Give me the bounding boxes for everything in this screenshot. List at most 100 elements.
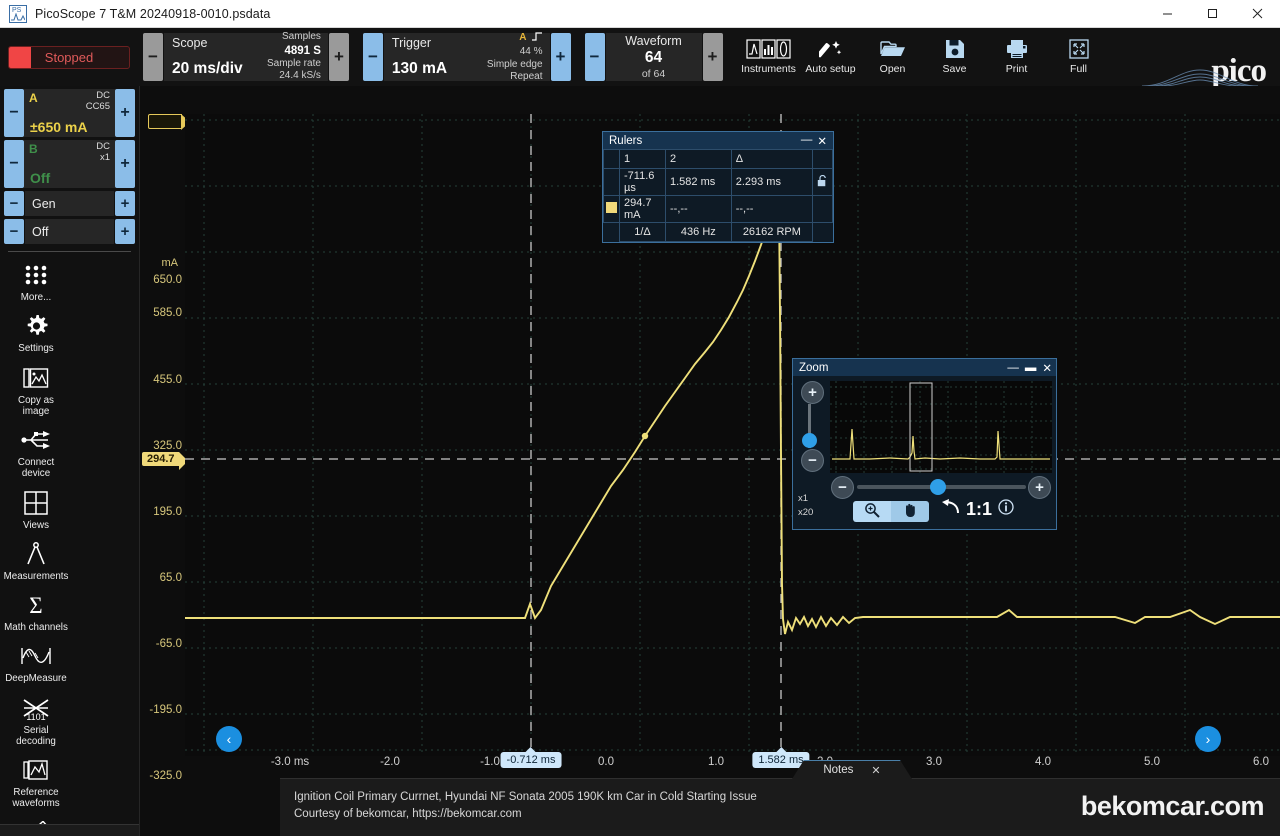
open-button[interactable]: Open <box>862 39 924 75</box>
zoom-reset-group[interactable]: 1:1 <box>941 499 1014 520</box>
zoom-overview-canvas <box>830 381 1052 473</box>
waveform-control[interactable]: Waveform 64 of 64 <box>605 33 702 81</box>
run-stop-status[interactable]: Stopped <box>8 45 130 69</box>
sigma-icon: Σ <box>25 593 47 617</box>
channel-b-increase-button[interactable]: + <box>115 140 135 188</box>
timebase-control[interactable]: Scope 20 ms/div <box>164 33 260 81</box>
y-tick-neg325: -325.0 <box>149 770 182 782</box>
tool-settings[interactable]: Settings <box>2 307 70 358</box>
save-label: Save <box>942 63 967 75</box>
zoom-close-icon[interactable]: ✕ <box>1042 361 1052 375</box>
tool-connect-device[interactable]: Connect device <box>2 421 70 484</box>
rulers-header-delta: Δ <box>730 149 814 169</box>
rulers-window-titlebar[interactable]: Rulers — ✕ <box>603 132 833 149</box>
zoom-restore-icon[interactable]: ▬ <box>1025 362 1037 374</box>
channel-a-coupling: DC CC65 <box>86 90 110 113</box>
reference-wave-icon <box>23 758 49 782</box>
tool-connect-label: Connect device <box>17 457 55 480</box>
channel-b-control[interactable]: B DC x1 Off <box>24 140 115 188</box>
trigger-percent: 44 % <box>519 46 543 57</box>
trigger-control[interactable]: Trigger 130 mA <box>383 33 480 81</box>
channel-a-control[interactable]: A DC CC65 ±650 mA <box>24 89 115 137</box>
rulers-close-icon[interactable]: ✕ <box>817 134 827 148</box>
wand-icon <box>818 39 843 59</box>
trigger-group: − Trigger 130 mA A 44 % Simple edge Repe… <box>362 31 572 82</box>
zoom-window[interactable]: Zoom — ▬ ✕ + − x1 x20 − + 1:1 <box>792 358 1057 530</box>
zoom-vertical-slider-handle[interactable] <box>802 433 817 448</box>
waveform-increase-button[interactable]: + <box>702 33 723 81</box>
tool-math-channels[interactable]: Σ Math channels <box>2 586 70 637</box>
gen-state-increase-button[interactable]: + <box>115 219 135 244</box>
window-controls <box>1145 0 1280 28</box>
timebase-increase-button[interactable]: + <box>328 33 349 81</box>
channel-b-decrease-button[interactable]: − <box>4 140 24 188</box>
tool-views[interactable]: Views <box>2 484 70 535</box>
x-axis: -3.0 ms -2.0 -1.0 0.0 1.0 2.0 3.0 4.0 5.… <box>185 756 1280 778</box>
undo-icon[interactable] <box>941 499 960 520</box>
trigger-decrease-button[interactable]: − <box>362 33 383 81</box>
notes-line-2: Courtesy of bekomcar, https://bekomcar.c… <box>294 808 522 821</box>
sample-info: Samples 4891 S Sample rate 24.4 kS/s <box>260 31 328 81</box>
left-panel-footer <box>0 824 139 836</box>
zoom-horizontal-slider-handle[interactable] <box>930 479 946 495</box>
zoom-window-titlebar[interactable]: Zoom — ▬ ✕ <box>793 359 1056 376</box>
tool-reference-waveforms[interactable]: Reference waveforms <box>2 751 70 814</box>
notes-tab-close-icon[interactable]: ✕ <box>871 764 880 777</box>
zoom-h-decrease-button[interactable]: − <box>831 476 854 499</box>
zoom-h-increase-button[interactable]: + <box>1028 476 1051 499</box>
zoom-out-button[interactable]: − <box>801 449 824 472</box>
channel-a-increase-button[interactable]: + <box>115 89 135 137</box>
notes-tab[interactable]: Notes ✕ <box>792 760 912 779</box>
waveform-decrease-button[interactable]: − <box>584 33 605 81</box>
full-screen-button[interactable]: Full <box>1048 39 1110 75</box>
fullscreen-icon <box>1068 39 1089 59</box>
tool-serial-decoding[interactable]: 1101 Serial decoding <box>2 689 70 752</box>
rulers-time-delta: 2.293 ms <box>730 168 814 196</box>
tool-deepmeasure[interactable]: DeepMeasure <box>2 637 70 688</box>
pico-wave-mark <box>1141 69 1259 87</box>
rulers-minimize-icon[interactable]: — <box>801 134 813 148</box>
gen-increase-button[interactable]: + <box>115 191 135 216</box>
zoom-overview-plot[interactable] <box>830 381 1052 473</box>
timebase-decrease-button[interactable]: − <box>143 33 163 81</box>
minimize-button[interactable] <box>1145 0 1190 28</box>
auto-setup-button[interactable]: Auto setup <box>800 39 862 75</box>
nav-next-button[interactable]: › <box>1195 726 1221 752</box>
save-button[interactable]: Save <box>924 39 986 75</box>
bekomcar-watermark: bekomcar.com <box>1080 791 1265 821</box>
waveform-group: − Waveform 64 of 64 + <box>584 33 724 81</box>
maximize-button[interactable] <box>1190 0 1235 28</box>
ruler-value-marker[interactable]: 294.7 <box>142 452 187 470</box>
x-tick-5: 5.0 <box>1144 756 1160 768</box>
gen-state-decrease-button[interactable]: − <box>4 219 24 244</box>
y-tick-650: 650.0 <box>153 274 182 286</box>
rulers-frequency-row: 1/Δ 436 Hz 26162 RPM <box>604 222 833 242</box>
instruments-button[interactable]: Instruments <box>738 39 800 75</box>
tool-more[interactable]: More... <box>2 256 70 307</box>
floppy-icon <box>945 39 965 59</box>
zoom-in-button[interactable]: + <box>801 381 824 404</box>
scope-timebase-group: − Scope 20 ms/div Samples 4891 S Sample … <box>142 31 350 81</box>
y-axis: mA 650.0 585.0 455.0 325.0 195.0 65.0 -6… <box>140 86 187 836</box>
tool-copy-as-image[interactable]: Copy as image <box>2 359 70 422</box>
notes-content[interactable]: Ignition Coil Primary Currnet, Hyundai N… <box>294 789 757 824</box>
wave-measure-icon <box>21 644 51 668</box>
rulers-window[interactable]: Rulers — ✕ 1 2 Δ -711.6 µs 1.582 ms 2.29… <box>602 131 834 243</box>
info-icon[interactable] <box>998 499 1014 520</box>
pan-mode-button[interactable] <box>891 501 929 522</box>
auto-setup-label: Auto setup <box>805 63 856 75</box>
close-button[interactable] <box>1235 0 1280 28</box>
gen-decrease-button[interactable]: − <box>4 191 24 216</box>
trigger-increase-button[interactable]: + <box>550 33 571 81</box>
tool-measurements[interactable]: Measurements <box>2 535 70 586</box>
application-body: Stopped − Scope 20 ms/div Samples 4891 S… <box>0 28 1280 836</box>
channel-b-probe: x1 <box>99 151 110 163</box>
print-button[interactable]: Print <box>986 39 1048 75</box>
channel-b-range: Off <box>30 170 51 186</box>
ruler-lock-icon[interactable] <box>812 168 833 196</box>
zoom-minimize-icon[interactable]: — <box>1007 362 1019 374</box>
channel-a-decrease-button[interactable]: − <box>4 89 24 137</box>
nav-previous-button[interactable]: ‹ <box>216 726 242 752</box>
zoom-mode-button[interactable] <box>853 501 891 522</box>
zoom-ratio-label: 1:1 <box>966 499 993 519</box>
